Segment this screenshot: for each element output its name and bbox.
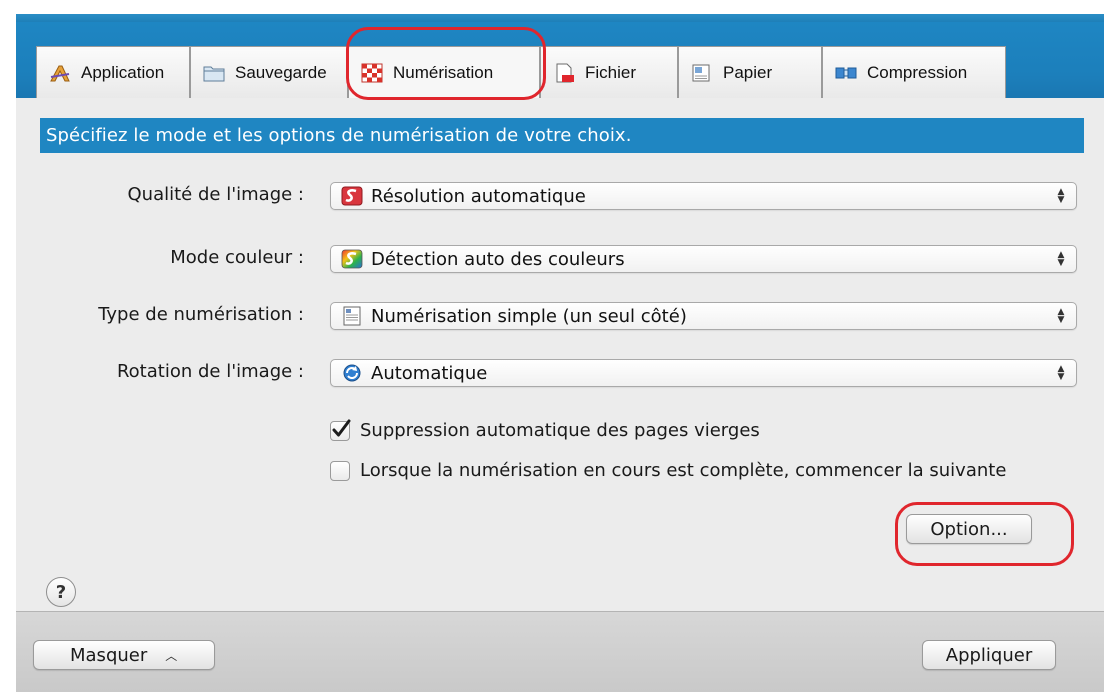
chevron-up-icon: ︿	[165, 648, 178, 663]
checkmark-icon	[332, 419, 351, 437]
blank-page-label: Suppression automatique des pages vierge…	[360, 420, 760, 441]
compression-icon	[835, 63, 857, 83]
tab-label: Compression	[867, 62, 968, 82]
tab-fichier[interactable]: Fichier	[540, 46, 678, 98]
rotation-icon	[341, 363, 363, 383]
rotation-select[interactable]: Automatique ▲ ▼	[330, 359, 1077, 387]
rotation-label: Rotation de l'image :	[116, 361, 304, 382]
scan-type-value: Numérisation simple (un seul côté)	[371, 305, 687, 327]
color-detect-icon	[341, 249, 363, 269]
title-strip	[16, 14, 1104, 22]
single-side-icon	[341, 306, 363, 326]
hide-button-label: Masquer	[70, 644, 148, 666]
tab-bar: Application Sauvegarde Numérisation Fich…	[16, 22, 1104, 98]
tab-label: Sauvegarde	[235, 62, 327, 82]
option-button-highlight	[895, 502, 1074, 566]
help-button[interactable]: ?	[46, 577, 76, 607]
tab-papier[interactable]: Papier	[678, 46, 822, 98]
updown-arrows-icon: ▲ ▼	[1057, 187, 1065, 205]
scan-type-select[interactable]: Numérisation simple (un seul côté) ▲ ▼	[330, 302, 1077, 330]
hide-button[interactable]: Masquer ︿	[33, 640, 215, 670]
color-mode-select[interactable]: Détection auto des couleurs ▲ ▼	[330, 245, 1077, 273]
section-banner: Spécifiez le mode et les options de numé…	[40, 118, 1084, 153]
color-mode-value: Détection auto des couleurs	[371, 248, 625, 270]
tab-label: Papier	[723, 62, 773, 82]
blank-page-checkbox[interactable]	[330, 419, 351, 441]
quality-select[interactable]: Résolution automatique ▲ ▼	[330, 182, 1077, 210]
continue-scan-checkbox[interactable]	[330, 461, 350, 481]
quality-value: Résolution automatique	[371, 185, 586, 207]
rotation-value: Automatique	[371, 362, 488, 384]
tab-sauvegarde[interactable]: Sauvegarde	[190, 46, 348, 98]
tab-application[interactable]: Application	[36, 46, 190, 98]
settings-window: Application Sauvegarde Numérisation Fich…	[16, 14, 1104, 692]
application-icon	[49, 63, 71, 83]
folder-icon	[203, 63, 225, 83]
scan-tab-highlight	[346, 27, 546, 100]
tab-label: Fichier	[585, 62, 637, 82]
file-icon	[553, 63, 575, 83]
paper-icon	[691, 63, 713, 83]
updown-arrows-icon: ▲ ▼	[1057, 250, 1065, 268]
tab-compression[interactable]: Compression	[822, 46, 1006, 98]
apply-button[interactable]: Appliquer	[922, 640, 1056, 670]
tab-label: Application	[81, 62, 165, 82]
resolution-icon	[341, 186, 363, 206]
continue-scan-label: Lorsque la numérisation en cours est com…	[360, 460, 1007, 481]
scan-type-label: Type de numérisation :	[98, 304, 304, 325]
quality-label: Qualité de l'image :	[127, 184, 304, 205]
updown-arrows-icon: ▲ ▼	[1057, 307, 1065, 325]
color-mode-label: Mode couleur :	[170, 247, 304, 268]
updown-arrows-icon: ▲ ▼	[1057, 364, 1065, 382]
